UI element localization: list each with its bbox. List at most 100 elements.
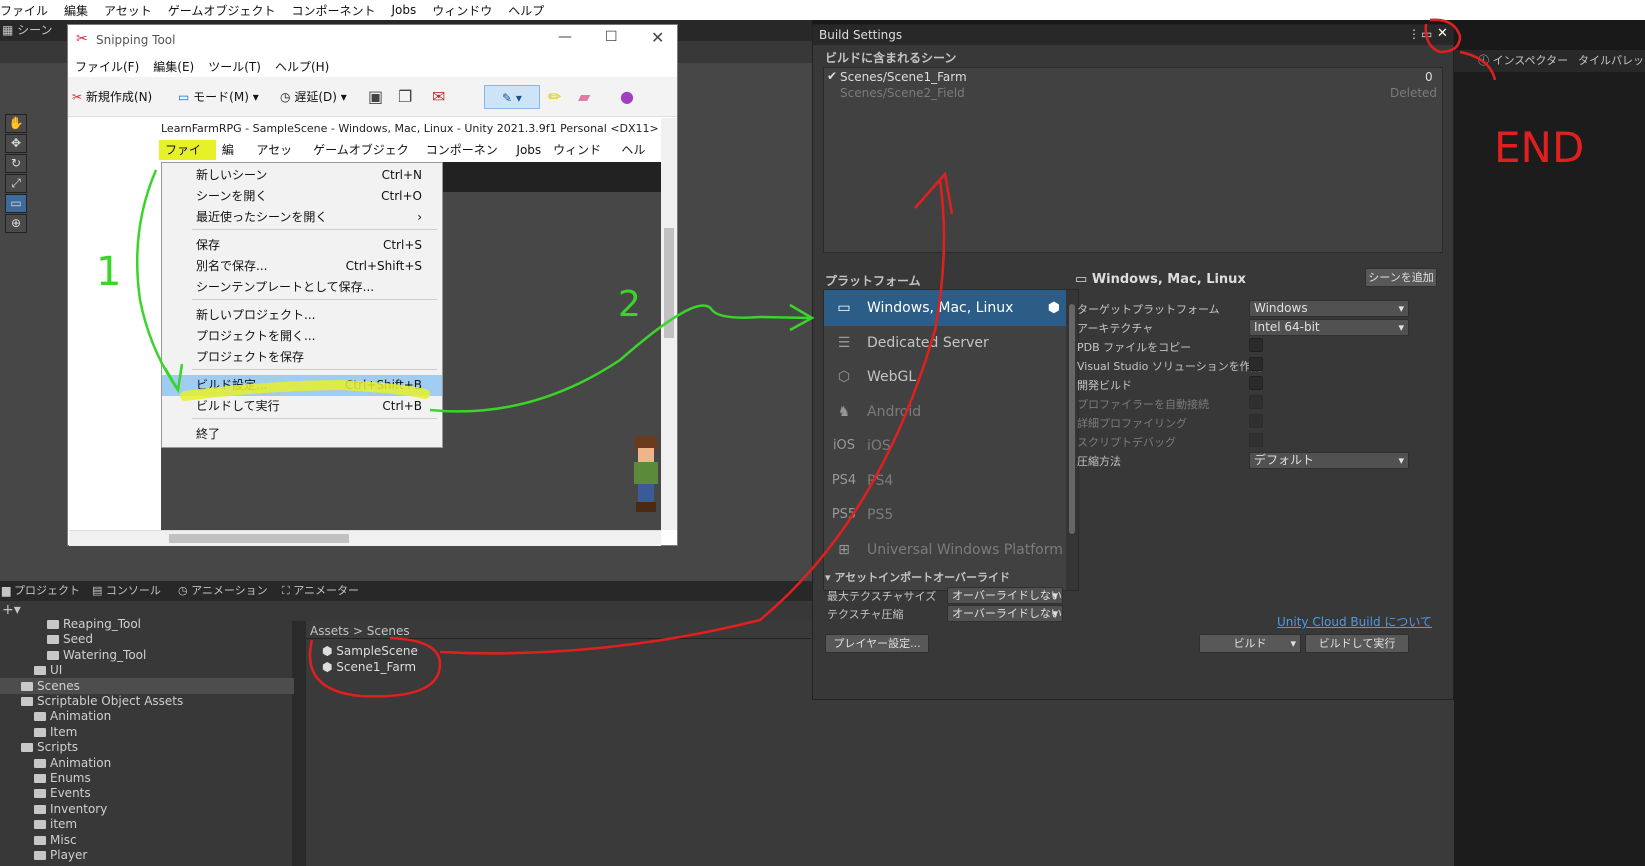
inner-menu-file[interactable]: ファイル	[159, 140, 216, 177]
scroll-thumb[interactable]	[169, 534, 349, 543]
project-tree-item[interactable]: Animation	[0, 708, 294, 724]
snip-delay-button[interactable]: ◷ 遅延(D) ▾	[280, 85, 347, 109]
close-icon[interactable]: ✕	[651, 28, 664, 47]
dev-build-checkbox[interactable]	[1249, 376, 1263, 390]
menu-assets[interactable]: アセット	[96, 2, 160, 19]
snip-horizontal-scrollbar[interactable]	[69, 530, 661, 546]
snip-menu-edit[interactable]: 編集(E)	[146, 58, 201, 75]
scene-file-samplescene[interactable]: ⬢ SampleScene	[322, 644, 418, 658]
inner-menu-assets[interactable]: アセット	[250, 140, 307, 177]
rect-tool-icon[interactable]: ▭	[5, 194, 27, 213]
project-tree-item[interactable]: UI	[0, 662, 294, 678]
tree-scrollbar[interactable]	[292, 621, 306, 866]
max-texture-dropdown[interactable]: オーバーライドしない	[947, 587, 1063, 604]
project-tree-item[interactable]: Inventory	[0, 801, 294, 817]
menu-help[interactable]: ヘルプ	[500, 2, 552, 19]
tab-animation[interactable]: ◷ アニメーション	[178, 581, 268, 601]
project-tree-item[interactable]: Reaping_Tool	[0, 616, 294, 632]
file-menu-item[interactable]: シーンを開く Ctrl+O	[162, 186, 442, 207]
breadcrumb-scenes[interactable]: Scenes	[367, 624, 410, 638]
vs-solution-checkbox[interactable]	[1249, 357, 1263, 371]
target-platform-dropdown[interactable]: Windows	[1249, 300, 1409, 317]
file-menu-item[interactable]: プロジェクトを保存	[162, 347, 442, 368]
texture-compression-dropdown[interactable]: オーバーライドしない	[947, 605, 1063, 622]
menu-jobs[interactable]: Jobs	[383, 3, 424, 17]
file-menu-item[interactable]: ビルド設定... Ctrl+Shift+B	[162, 375, 442, 396]
tab-project[interactable]: ▆ プロジェクト	[2, 581, 80, 601]
file-menu-item[interactable]: ビルドして実行 Ctrl+B	[162, 396, 442, 417]
scroll-thumb[interactable]	[1069, 304, 1075, 534]
tab-scene[interactable]: ▦ シーン	[2, 20, 53, 40]
platform-item[interactable]: ♞ Android	[824, 394, 1068, 430]
platform-item[interactable]: PS4 PS4	[824, 463, 1068, 499]
player-settings-button[interactable]: プレイヤー設定...	[825, 634, 929, 653]
menu-window[interactable]: ウィンドウ	[424, 2, 500, 19]
file-menu-item[interactable]: 新しいプロジェクト...	[162, 305, 442, 326]
close-icon[interactable]: ✕	[1437, 26, 1448, 41]
autoconnect-checkbox[interactable]	[1249, 395, 1263, 409]
inner-menu-gameobject[interactable]: ゲームオブジェクト	[307, 140, 420, 177]
scale-tool-icon[interactable]: ⤢	[5, 174, 27, 193]
paint3d-icon[interactable]: ●	[620, 85, 634, 109]
platform-item[interactable]: iOS iOS	[824, 428, 1068, 464]
inner-menu-window[interactable]: ウィンドウ	[547, 140, 615, 177]
snip-mode-button[interactable]: ▭ モード(M) ▾	[178, 85, 259, 109]
tab-console[interactable]: ▤ コンソール	[92, 581, 161, 601]
asset-override-header[interactable]: ▾ アセットインポートオーバーライド	[825, 569, 1010, 585]
move-tool-icon[interactable]: ✥	[5, 134, 27, 153]
compression-dropdown[interactable]: デフォルト	[1249, 452, 1409, 469]
inner-menu-edit[interactable]: 編集	[216, 140, 250, 177]
more-options-icon[interactable]: ⋮	[1408, 27, 1420, 41]
project-tree-item[interactable]: Events	[0, 785, 294, 801]
file-menu-item[interactable]: 終了	[162, 424, 442, 445]
maximize-icon[interactable]: ☐	[605, 29, 618, 45]
snip-menu-tools[interactable]: ツール(T)	[201, 58, 268, 75]
project-tree-item[interactable]: Seed	[0, 631, 294, 647]
tab-tile-palette[interactable]: タイルパレット	[1578, 51, 1645, 71]
copy-icon[interactable]: ❐	[398, 85, 412, 109]
platform-item[interactable]: PS5 PS5	[824, 497, 1068, 533]
eraser-icon[interactable]: ▰	[578, 85, 590, 109]
tab-animator[interactable]: ⛶ アニメーター	[282, 581, 359, 601]
pen-icon[interactable]: ✎ ▾	[484, 85, 540, 109]
project-tree-item[interactable]: Player	[0, 847, 294, 863]
script-debug-checkbox[interactable]	[1249, 433, 1263, 447]
project-tree-item[interactable]: Scripts	[0, 739, 294, 755]
menu-edit[interactable]: 編集	[56, 2, 96, 19]
build-button[interactable]: ビルド ▾	[1199, 634, 1301, 653]
architecture-dropdown[interactable]: Intel 64-bit	[1249, 319, 1409, 336]
scene-entry-1[interactable]: Scenes/Scene1_Farm	[840, 70, 967, 84]
file-menu-item[interactable]: プロジェクトを開く...	[162, 326, 442, 347]
tab-inspector[interactable]: ⓘ インスペクター	[1478, 51, 1568, 71]
scene-file-scene1-farm[interactable]: ⬢ Scene1_Farm	[322, 660, 416, 674]
project-tree-item[interactable]: Scriptable Object Assets	[0, 693, 294, 709]
inner-menu-jobs[interactable]: Jobs	[510, 140, 547, 160]
project-tree-item[interactable]: Item	[0, 724, 294, 740]
inner-menu-help[interactable]: ヘルプ	[615, 140, 661, 177]
scene-check-icon[interactable]: ✔	[827, 69, 837, 83]
menu-gameobject[interactable]: ゲームオブジェクト	[160, 2, 284, 19]
file-menu-item[interactable]: 最近使ったシーンを開く ›	[162, 207, 442, 228]
platform-item[interactable]: ⬡ WebGL	[824, 359, 1068, 395]
platform-item[interactable]: ⊞ Universal Windows Platform	[824, 532, 1068, 568]
platform-item[interactable]: ☰ Dedicated Server	[824, 325, 1068, 361]
chevron-down-icon[interactable]: ▾	[1290, 635, 1296, 652]
maximize-icon[interactable]: ▭	[1421, 27, 1432, 41]
deep-profile-checkbox[interactable]	[1249, 414, 1263, 428]
cloud-build-link[interactable]: Unity Cloud Build について	[1277, 613, 1432, 630]
build-and-run-button[interactable]: ビルドして実行	[1305, 634, 1409, 653]
project-tree-item[interactable]: Animation	[0, 755, 294, 771]
pdb-checkbox[interactable]	[1249, 338, 1263, 352]
minimize-icon[interactable]: —	[558, 29, 572, 45]
snip-menu-help[interactable]: ヘルプ(H)	[268, 58, 336, 75]
breadcrumb-assets[interactable]: Assets	[310, 624, 349, 638]
file-menu-item[interactable]: 保存 Ctrl+S	[162, 235, 442, 256]
scroll-thumb[interactable]	[664, 228, 674, 338]
inner-menu-component[interactable]: コンポーネント	[420, 140, 511, 177]
transform-tool-icon[interactable]: ⊕	[5, 214, 27, 233]
platform-item[interactable]: ▭ Windows, Mac, Linux ⬢	[824, 290, 1068, 326]
file-menu-item[interactable]: 別名で保存... Ctrl+Shift+S	[162, 256, 442, 277]
send-icon[interactable]: ✉	[432, 85, 445, 109]
file-menu-item[interactable]: 新しいシーン Ctrl+N	[162, 165, 442, 186]
menu-component[interactable]: コンポーネント	[283, 2, 383, 19]
